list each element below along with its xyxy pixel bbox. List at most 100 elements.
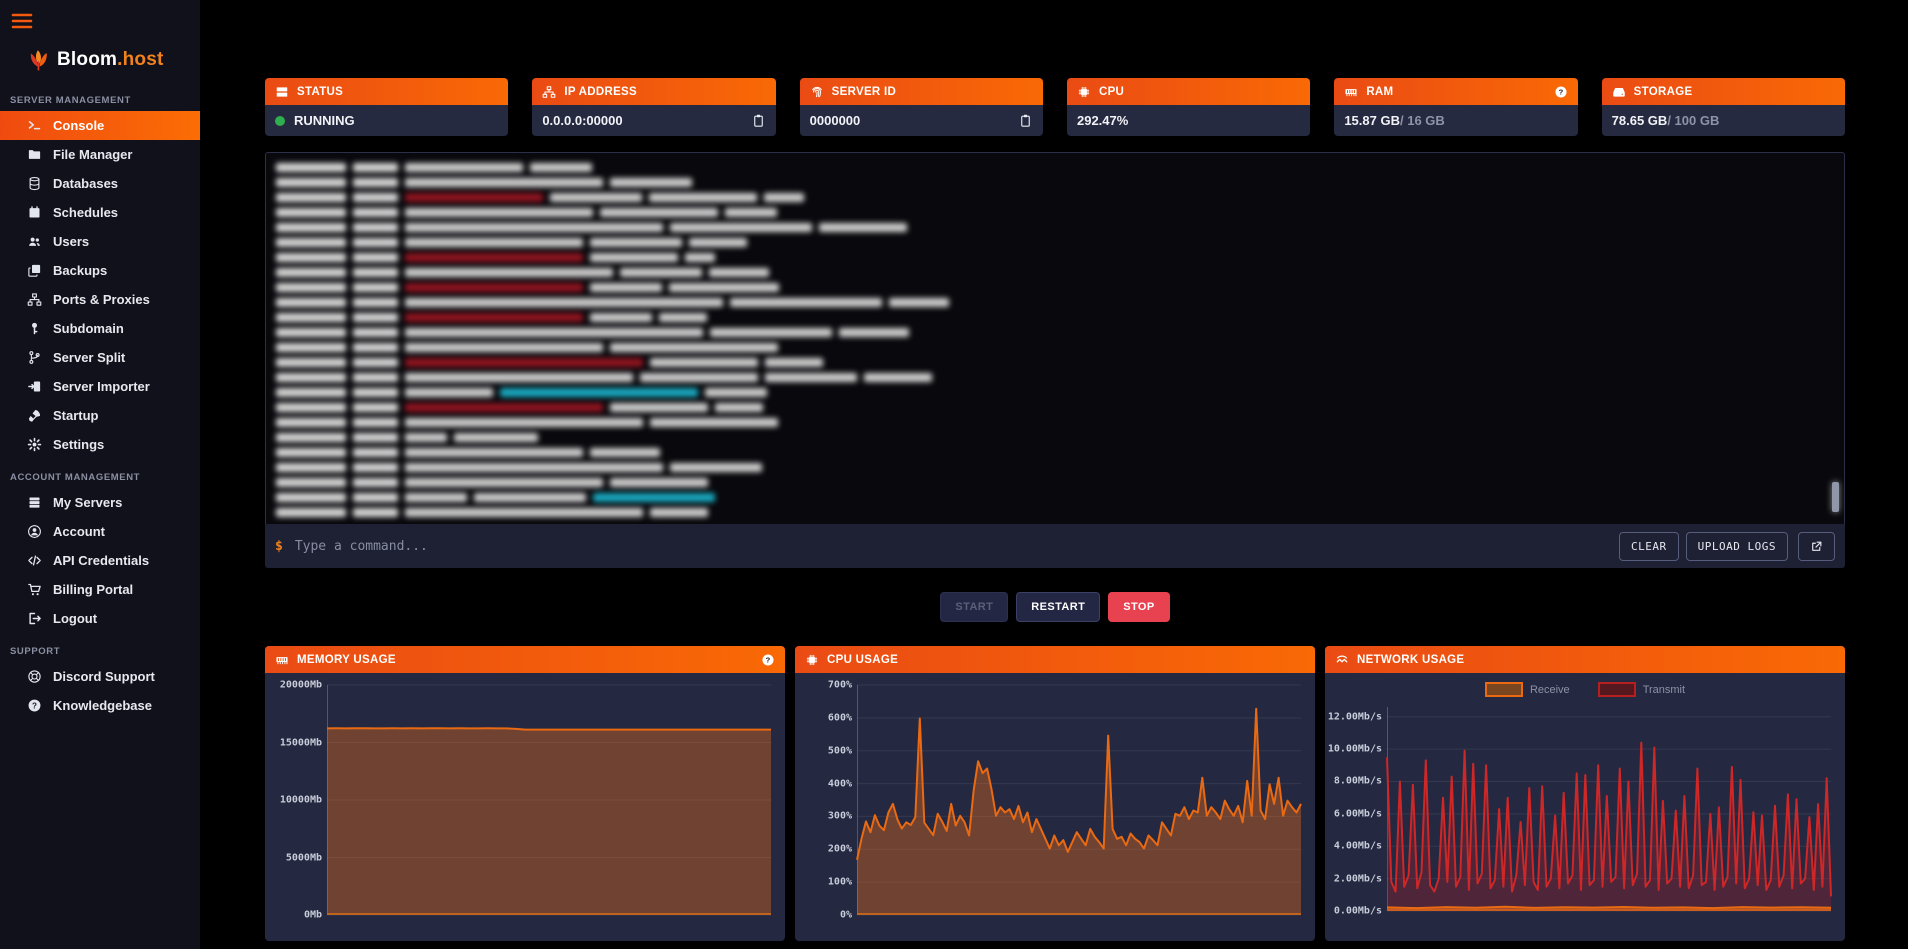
console-log-line	[276, 490, 1834, 505]
sidebar-item-startup[interactable]: Startup	[0, 401, 200, 430]
question-circle-icon[interactable]: ?	[1554, 85, 1568, 99]
console-log-line	[276, 250, 1834, 265]
fingerprint-icon	[810, 85, 824, 99]
sidebar-item-settings[interactable]: Settings	[0, 430, 200, 459]
sidebar-item-my-servers[interactable]: My Servers	[0, 488, 200, 517]
card-header: IP ADDRESS	[532, 78, 775, 105]
sidebar-item-backups[interactable]: Backups	[0, 256, 200, 285]
external-link-icon	[1810, 540, 1823, 553]
sidebar-item-label: Console	[53, 118, 104, 133]
sidebar-item-label: Settings	[53, 437, 104, 452]
sidebar-item-server-importer[interactable]: Server Importer	[0, 372, 200, 401]
console-log-line	[276, 340, 1834, 355]
stop-button[interactable]: STOP	[1108, 592, 1169, 622]
sidebar-item-knowledgebase[interactable]: ?Knowledgebase	[0, 691, 200, 720]
logo[interactable]: Bloom.host	[26, 45, 200, 75]
upload-logs-button[interactable]: UPLOAD LOGS	[1686, 532, 1788, 561]
power-buttons-row: START RESTART STOP	[265, 592, 1845, 622]
clipboard-icon[interactable]	[751, 113, 766, 128]
svg-text:?: ?	[32, 701, 37, 710]
svg-text:?: ?	[766, 655, 771, 664]
sidebar-item-api-credentials[interactable]: API Credentials	[0, 546, 200, 575]
y-tick-label: 10.00Mb/s	[1328, 744, 1382, 755]
server-icon	[275, 85, 289, 99]
console-popout-button[interactable]	[1798, 532, 1835, 561]
memory-icon	[1344, 85, 1358, 99]
sidebar-item-label: Discord Support	[53, 669, 155, 684]
status-indicator-dot	[275, 116, 285, 126]
command-input[interactable]	[293, 538, 1609, 555]
console-log-line	[276, 445, 1834, 460]
chart-title: CPU USAGE	[827, 654, 898, 666]
card-header: CPU	[1067, 78, 1310, 105]
sidebar-item-console[interactable]: Console	[0, 111, 200, 140]
sidebar-item-databases[interactable]: Databases	[0, 169, 200, 198]
calendar-icon	[27, 205, 42, 220]
logo-text: Bloom.host	[57, 49, 164, 71]
hdd-icon	[1612, 85, 1626, 99]
chart-card-cpu-usage: CPU USAGE700%600%500%400%300%200%100%0%	[795, 646, 1315, 941]
card-body: 0000000	[800, 105, 1043, 136]
sidebar-item-label: Ports & Proxies	[53, 292, 150, 307]
main-content: STATUSRUNNINGIP ADDRESS0.0.0.0:00000SERV…	[200, 0, 1908, 949]
chart-plot	[1387, 707, 1831, 911]
sidebar-item-logout[interactable]: Logout	[0, 604, 200, 633]
card-header: STATUS	[265, 78, 508, 105]
y-tick-label: 15000Mb	[280, 737, 322, 748]
sidebar-item-users[interactable]: Users	[0, 227, 200, 256]
legend-item: Transmit	[1598, 682, 1685, 697]
y-tick-label: 300%	[828, 811, 852, 822]
clear-button[interactable]: CLEAR	[1619, 532, 1679, 561]
microchip-icon	[805, 653, 819, 667]
console-log-line	[276, 355, 1834, 370]
y-tick-label: 12.00Mb/s	[1328, 711, 1382, 722]
y-tick-label: 0.00Mb/s	[1334, 906, 1382, 917]
card-value: 15.87 GB	[1344, 113, 1400, 128]
clipboard-icon[interactable]	[1018, 113, 1033, 128]
sidebar-item-account[interactable]: Account	[0, 517, 200, 546]
card-body: 15.87 GB / 16 GB	[1334, 105, 1577, 136]
sidebar-item-file-manager[interactable]: File Manager	[0, 140, 200, 169]
chart-body: 20000Mb15000Mb10000Mb5000Mb0Mb	[265, 673, 785, 941]
y-tick-label: 400%	[828, 778, 852, 789]
import-icon	[27, 379, 42, 394]
chart-y-axis-labels: 12.00Mb/s10.00Mb/s8.00Mb/s6.00Mb/s4.00Mb…	[1331, 707, 1387, 911]
y-tick-label: 10000Mb	[280, 795, 322, 806]
legend-label: Receive	[1530, 684, 1570, 696]
y-tick-label: 6.00Mb/s	[1334, 808, 1382, 819]
sidebar-item-discord-support[interactable]: Discord Support	[0, 662, 200, 691]
card-title: RAM	[1366, 86, 1393, 98]
hamburger-icon[interactable]	[10, 9, 34, 33]
question-circle-icon[interactable]: ?	[761, 653, 775, 667]
legend-label: Transmit	[1643, 684, 1685, 696]
card-title: CPU	[1099, 86, 1124, 98]
sidebar-item-label: Server Importer	[53, 379, 150, 394]
sidebar-item-schedules[interactable]: Schedules	[0, 198, 200, 227]
card-title: IP ADDRESS	[564, 86, 637, 98]
console-log-line	[276, 265, 1834, 280]
chart-card-memory-usage: MEMORY USAGE?20000Mb15000Mb10000Mb5000Mb…	[265, 646, 785, 941]
console-log-line	[276, 325, 1834, 340]
start-button[interactable]: START	[940, 592, 1008, 622]
console-scrollbar-thumb[interactable]	[1832, 482, 1839, 512]
legend-swatch	[1485, 682, 1523, 697]
card-body: 78.65 GB / 100 GB	[1602, 105, 1845, 136]
restart-button[interactable]: RESTART	[1016, 592, 1100, 622]
card-body: 292.47%	[1067, 105, 1310, 136]
y-tick-label: 600%	[828, 712, 852, 723]
sidebar-item-subdomain[interactable]: Subdomain	[0, 314, 200, 343]
users-icon	[27, 234, 42, 249]
cart-icon	[27, 582, 42, 597]
console-log-line	[276, 505, 1834, 520]
sidebar-item-label: Databases	[53, 176, 118, 191]
sidebar-item-ports-proxies[interactable]: Ports & Proxies	[0, 285, 200, 314]
card-value-max: / 100 GB	[1667, 113, 1719, 128]
sidebar-item-label: File Manager	[53, 147, 132, 162]
y-tick-label: 5000Mb	[286, 852, 322, 863]
card-value-max: / 16 GB	[1400, 113, 1445, 128]
card-value: RUNNING	[294, 113, 355, 128]
sidebar-item-label: Account	[53, 524, 105, 539]
y-tick-label: 8.00Mb/s	[1334, 776, 1382, 787]
sidebar-item-server-split[interactable]: Server Split	[0, 343, 200, 372]
sidebar-item-billing-portal[interactable]: Billing Portal	[0, 575, 200, 604]
